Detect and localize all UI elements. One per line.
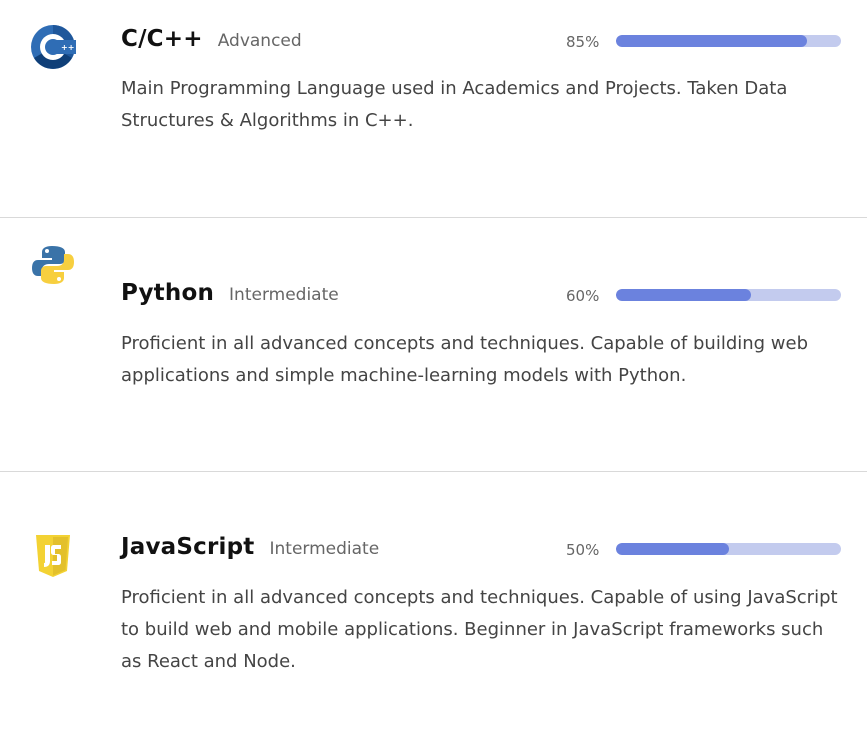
skill-name: C/C++ (121, 26, 203, 52)
skill-percent: 85% (566, 33, 600, 51)
skill-description: Proficient in all advanced concepts and … (121, 333, 809, 386)
skill-progress-fill (616, 543, 729, 555)
js-logo-icon (36, 535, 70, 577)
cpp-logo-icon: ++ (31, 25, 76, 69)
skill-level: Advanced (217, 31, 302, 51)
svg-text:++: ++ (61, 43, 74, 52)
skill-card-cpp: ++ C/C++ Advanced 85% Main Programming L… (0, 0, 867, 218)
skill-card-python: Python Intermediate 60% Proficient in al… (0, 218, 867, 472)
skill-name: JavaScript (121, 534, 255, 560)
skill-progress-bar (616, 543, 841, 555)
skill-level: Intermediate (269, 539, 380, 559)
skill-heading: Python Intermediate (121, 280, 339, 316)
skill-heading: JavaScript Intermediate (121, 534, 379, 570)
skill-description: Main Programming Language used in Academ… (121, 78, 788, 131)
skill-progress-fill (616, 289, 751, 301)
skill-progress-fill (616, 35, 808, 47)
skill-name: Python (121, 280, 215, 306)
skill-card-javascript: JavaScript Intermediate 50% Proficient i… (0, 472, 867, 747)
skill-percent: 50% (566, 541, 600, 559)
python-logo-icon (32, 246, 74, 284)
skill-level: Intermediate (229, 285, 339, 305)
skill-progress-bar (616, 289, 841, 301)
skill-description: Proficient in all advanced concepts and … (121, 587, 838, 672)
skill-heading: C/C++ Advanced (121, 26, 302, 62)
skill-percent: 60% (566, 287, 600, 305)
skills-list: ++ C/C++ Advanced 85% Main Programming L… (0, 0, 867, 747)
skill-progress-bar (616, 35, 841, 47)
